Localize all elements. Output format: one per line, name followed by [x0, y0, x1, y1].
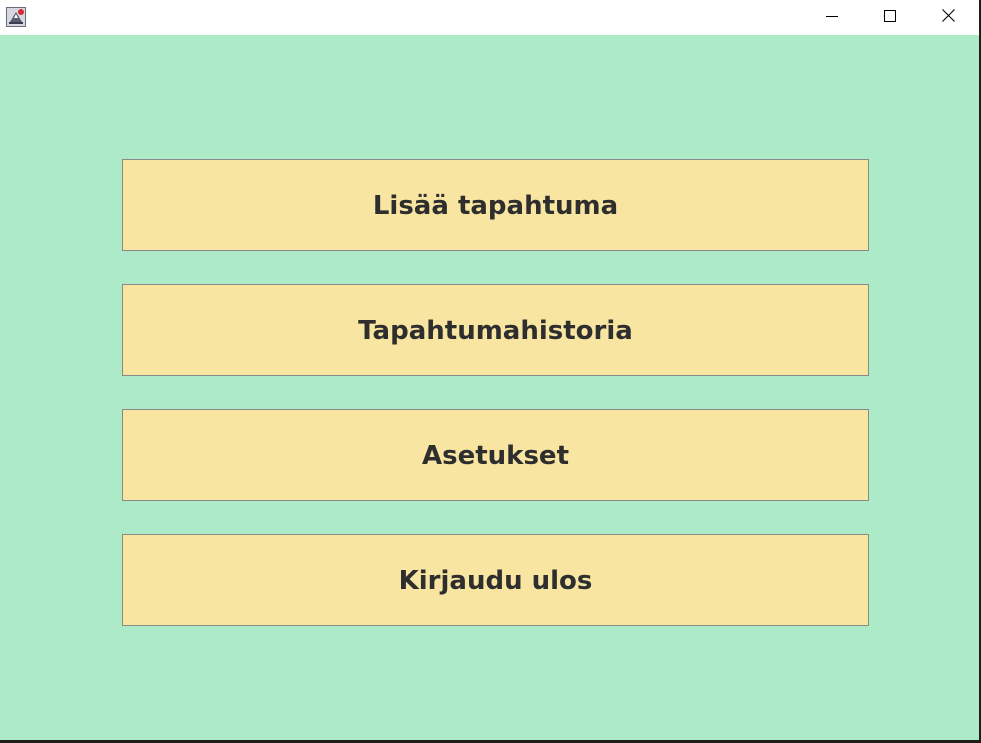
maximize-button[interactable] — [861, 0, 919, 32]
event-history-label: Tapahtumahistoria — [358, 316, 633, 346]
minimize-icon — [826, 7, 838, 26]
logout-button[interactable]: Kirjaudu ulos — [122, 534, 869, 626]
settings-label: Asetukset — [422, 441, 569, 471]
close-icon — [941, 7, 955, 26]
add-event-button[interactable]: Lisää tapahtuma — [122, 159, 869, 251]
logout-label: Kirjaudu ulos — [398, 566, 593, 596]
add-event-label: Lisää tapahtuma — [372, 191, 619, 221]
maximize-icon — [884, 7, 896, 26]
event-history-button[interactable]: Tapahtumahistoria — [122, 284, 869, 376]
title-bar[interactable] — [0, 0, 979, 35]
app-window: Lisää tapahtuma Tapahtumahistoria Asetuk… — [0, 0, 979, 740]
java-app-icon — [6, 7, 26, 27]
settings-button[interactable]: Asetukset — [122, 409, 869, 501]
minimize-button[interactable] — [803, 0, 861, 32]
close-button[interactable] — [919, 0, 977, 32]
